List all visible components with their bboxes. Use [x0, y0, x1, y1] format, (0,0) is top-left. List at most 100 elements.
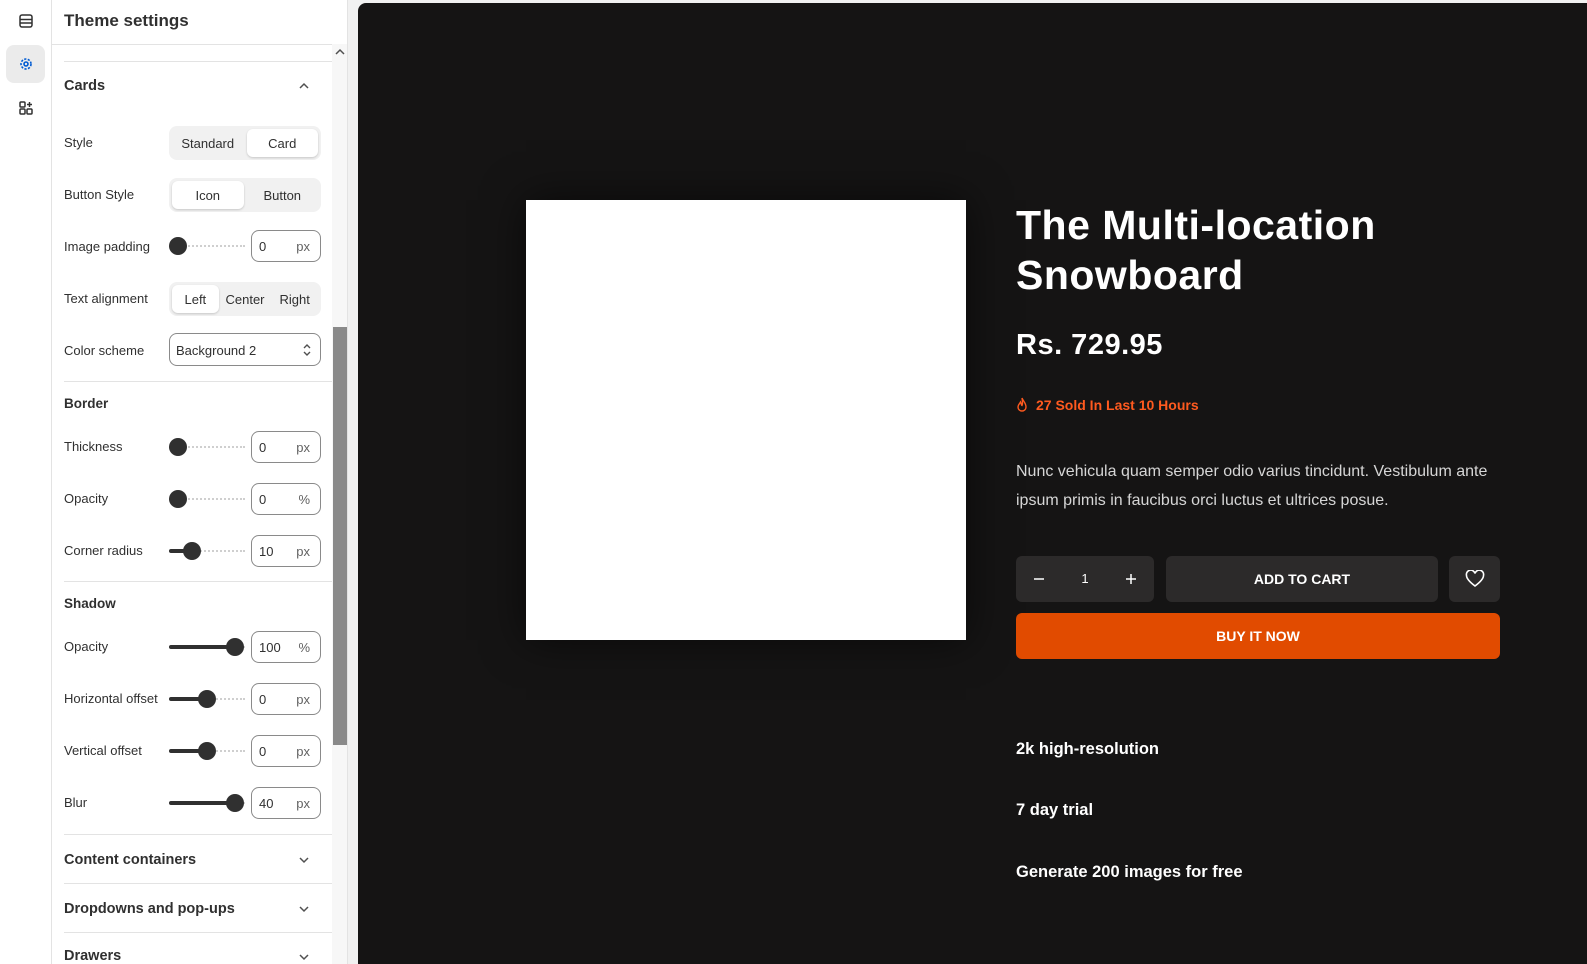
- scrollbar-thumb[interactable]: [333, 327, 347, 745]
- vertical-offset-label: Vertical offset: [64, 743, 142, 758]
- value: 0: [259, 492, 267, 507]
- shadow-opacity-label: Opacity: [64, 639, 109, 654]
- plus-icon: [1126, 574, 1136, 584]
- corner-radius-slider[interactable]: [169, 542, 245, 560]
- blur-slider[interactable]: [169, 794, 245, 812]
- value: 0: [259, 692, 267, 707]
- slider-knob[interactable]: [198, 742, 216, 760]
- select-arrows-icon: [303, 344, 311, 356]
- blur-input[interactable]: 40 px: [251, 787, 321, 819]
- thickness-slider[interactable]: [169, 438, 245, 456]
- theme-settings-button[interactable]: [6, 45, 45, 83]
- product-title: The Multi-location Snowboard: [1016, 202, 1376, 298]
- increase-quantity-button[interactable]: [1122, 570, 1140, 588]
- slider-knob[interactable]: [198, 690, 216, 708]
- text-alignment-label: Text alignment: [64, 291, 148, 306]
- storefront-preview: The Multi-location Snowboard Rs. 729.95 …: [358, 3, 1587, 964]
- value: 10: [259, 544, 274, 559]
- apps-icon: [18, 101, 33, 115]
- thickness-input[interactable]: 0 px: [251, 431, 321, 463]
- button-style-option-button[interactable]: Button: [247, 181, 319, 209]
- divider: [64, 834, 332, 835]
- unit: px: [296, 744, 310, 759]
- value: 0: [259, 440, 267, 455]
- align-option-left[interactable]: Left: [172, 285, 219, 313]
- shadow-subsection-title: Shadow: [64, 596, 116, 611]
- buy-it-now-button[interactable]: BUY IT NOW: [1016, 613, 1500, 659]
- feature-item: Generate 200 images for free: [1016, 863, 1243, 881]
- sections-button[interactable]: [6, 2, 45, 40]
- theme-settings-panel: Theme settings Cards Style Standard Card…: [52, 0, 348, 964]
- slider-knob[interactable]: [226, 638, 244, 656]
- color-scheme-select[interactable]: Background 2: [169, 333, 321, 366]
- chevron-down-icon[interactable]: [297, 950, 311, 964]
- product-description: Nunc vehicula quam semper odio varius ti…: [1016, 463, 1488, 509]
- chevron-down-icon[interactable]: [297, 902, 311, 916]
- slider-knob[interactable]: [169, 490, 187, 508]
- selected-value: Background 2: [176, 343, 257, 358]
- content-containers-section[interactable]: Content containers: [64, 852, 196, 868]
- value: 0: [259, 239, 267, 254]
- editor-icon-rail: [0, 0, 52, 964]
- image-padding-slider[interactable]: [169, 237, 245, 255]
- value: 100: [259, 640, 281, 655]
- align-option-right[interactable]: Right: [271, 285, 318, 313]
- image-padding-label: Image padding: [64, 239, 151, 254]
- slider-knob[interactable]: [226, 794, 244, 812]
- unit: px: [296, 796, 310, 811]
- slider-knob[interactable]: [183, 542, 201, 560]
- color-scheme-label: Color scheme: [64, 343, 145, 358]
- unit: %: [298, 640, 310, 655]
- unit: px: [296, 692, 310, 707]
- corner-radius-input[interactable]: 10 px: [251, 535, 321, 567]
- chevron-up-icon[interactable]: [297, 79, 311, 93]
- image-padding-input[interactable]: 0 px: [251, 230, 321, 262]
- style-segmented-control: Standard Card: [169, 126, 321, 160]
- vertical-offset-slider[interactable]: [169, 742, 245, 760]
- sections-icon: [18, 14, 33, 28]
- style-option-card[interactable]: Card: [246, 129, 318, 157]
- button-style-label: Button Style: [64, 187, 135, 202]
- border-opacity-input[interactable]: 0 %: [251, 483, 321, 515]
- value: 40: [259, 796, 274, 811]
- shadow-opacity-input[interactable]: 100 %: [251, 631, 321, 663]
- button-style-segmented-control: Icon Button: [169, 178, 321, 212]
- style-option-standard[interactable]: Standard: [172, 129, 244, 157]
- divider: [64, 883, 332, 884]
- apps-button[interactable]: [6, 89, 45, 127]
- blur-label: Blur: [64, 795, 88, 810]
- horizontal-offset-slider[interactable]: [169, 690, 245, 708]
- chevron-down-icon[interactable]: [297, 853, 311, 867]
- heart-icon: [1465, 570, 1484, 588]
- shadow-opacity-slider[interactable]: [169, 638, 245, 656]
- horizontal-offset-input[interactable]: 0 px: [251, 683, 321, 715]
- product-image[interactable]: [526, 200, 966, 640]
- scroll-up-arrow-icon[interactable]: [333, 46, 347, 58]
- style-label: Style: [64, 135, 93, 150]
- unit: px: [296, 544, 310, 559]
- slider-knob[interactable]: [169, 438, 187, 456]
- drawers-section[interactable]: Drawers: [64, 948, 121, 964]
- slider-knob[interactable]: [169, 237, 187, 255]
- align-option-center[interactable]: Center: [222, 285, 269, 313]
- flame-icon: [1017, 397, 1027, 412]
- feature-item: 7 day trial: [1016, 801, 1094, 819]
- quantity-stepper: 1: [1016, 556, 1154, 602]
- product-price: Rs. 729.95: [1016, 329, 1163, 361]
- cards-section-title[interactable]: Cards: [64, 78, 105, 94]
- unit: %: [298, 492, 310, 507]
- unit: px: [296, 239, 310, 254]
- horizontal-offset-label: Horizontal offset: [64, 691, 158, 706]
- divider: [64, 581, 332, 582]
- unit: px: [296, 440, 310, 455]
- wishlist-button[interactable]: [1449, 556, 1500, 602]
- dropdowns-popups-section[interactable]: Dropdowns and pop-ups: [64, 901, 235, 917]
- border-opacity-slider[interactable]: [169, 490, 245, 508]
- panel-title: Theme settings: [64, 11, 189, 30]
- divider: [64, 932, 332, 933]
- vertical-offset-input[interactable]: 0 px: [251, 735, 321, 767]
- value: 0: [259, 744, 267, 759]
- thickness-label: Thickness: [64, 439, 123, 454]
- add-to-cart-button[interactable]: ADD TO CART: [1166, 556, 1438, 602]
- button-style-option-icon[interactable]: Icon: [172, 181, 244, 209]
